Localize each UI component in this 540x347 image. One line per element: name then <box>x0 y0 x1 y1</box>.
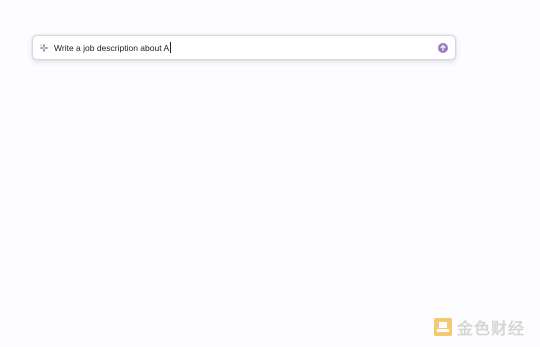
watermark-text: 金色财经 <box>457 319 526 338</box>
watermark: 金色财经 <box>433 316 525 338</box>
sparkle-icon <box>39 43 49 53</box>
arrow-up-icon <box>440 45 446 52</box>
page-canvas: Write a job description about A 金色财经 <box>0 0 540 347</box>
prompt-input-value: Write a job description about A <box>54 42 170 53</box>
text-caret <box>170 42 172 53</box>
prompt-input[interactable]: Write a job description about A <box>54 42 172 53</box>
send-button[interactable] <box>438 43 448 53</box>
ai-prompt-bar[interactable]: Write a job description about A <box>32 35 456 60</box>
jinse-logo-icon <box>434 318 452 336</box>
